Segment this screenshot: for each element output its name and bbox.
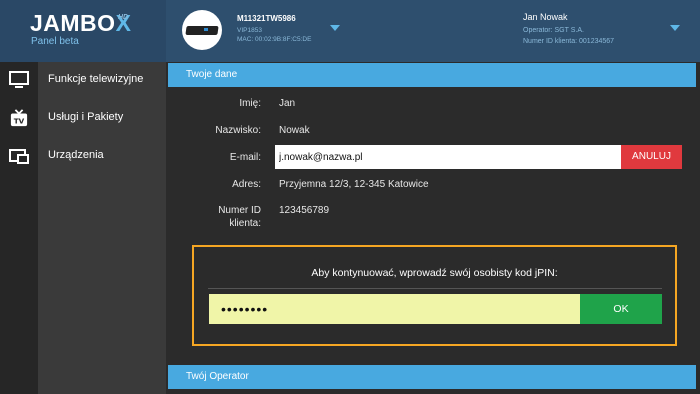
client-id-value: 123456789 — [279, 205, 330, 216]
device-model: VIP1853 — [237, 27, 262, 34]
scrollbar[interactable] — [696, 62, 700, 394]
logo-subtitle: Panel beta — [31, 36, 79, 47]
logo-wordmark: JAMBOX — [30, 10, 132, 36]
sidebar-item-label: Funkcje telewizyjne — [48, 73, 144, 85]
first-name-value: Jan — [279, 98, 296, 109]
devices-icon — [9, 149, 29, 164]
sidebar: Funkcje telewizyjne TV Usługi i Pakiety … — [0, 62, 166, 394]
device-mac: MAC: 00:02:9B:8F:C5:DE — [237, 36, 312, 43]
section-title: Twój Operator — [186, 371, 249, 382]
user-operator: Operator: SGT S.A. — [523, 27, 584, 34]
section-your-operator-header[interactable]: Twój Operator — [168, 365, 696, 389]
last-name-value: Nowak — [279, 125, 310, 136]
user-dropdown-chevron-icon[interactable] — [670, 25, 680, 31]
address-label: Adres: — [232, 179, 261, 190]
sidebar-item-label: Usługi i Pakiety — [48, 111, 124, 123]
device-name: M11321TW5986 — [237, 14, 296, 23]
sidebar-item-devices[interactable]: Urządzenia — [0, 138, 166, 176]
monitor-icon — [9, 71, 29, 88]
first-name-label: Imię: — [239, 98, 261, 109]
main-content: Twoje dane Imię: Jan Nazwisko: Nowak E-m… — [166, 62, 700, 394]
section-your-data-header[interactable]: Twoje dane — [168, 63, 696, 87]
sidebar-item-label: Urządzenia — [48, 149, 104, 161]
client-id-label-line2: klienta: — [229, 218, 261, 229]
user-client-id: Numer ID klienta: 001234567 — [523, 38, 615, 45]
user-name: Jan Nowak — [523, 12, 568, 22]
device-dropdown-chevron-icon[interactable] — [330, 25, 340, 31]
top-header: JAMBOX HD Panel beta M11321TW5986 VIP185… — [0, 0, 700, 62]
last-name-label: Nazwisko: — [215, 125, 261, 136]
cancel-button[interactable]: ANULUJ — [621, 145, 682, 169]
jpin-divider — [208, 288, 662, 289]
jpin-message: Aby kontynuować, wprowadź swój osobisty … — [311, 267, 558, 279]
jpin-panel: Aby kontynuować, wprowadź swój osobisty … — [192, 245, 677, 346]
section-title: Twoje dane — [186, 69, 238, 80]
set-top-box-led — [204, 28, 208, 31]
client-id-label-line1: Numer ID — [218, 205, 261, 216]
set-top-box-icon — [185, 26, 219, 35]
device-avatar[interactable] — [182, 10, 222, 50]
ok-button[interactable]: OK — [580, 294, 662, 324]
svg-text:TV: TV — [14, 116, 25, 125]
sidebar-item-services-packages[interactable]: TV Usługi i Pakiety — [0, 100, 166, 138]
address-value: Przyjemna 12/3, 12-345 Katowice — [279, 179, 429, 190]
email-field[interactable] — [275, 145, 621, 169]
jpin-input[interactable] — [209, 294, 580, 324]
logo-hd-badge: HD — [118, 14, 129, 21]
email-label: E-mail: — [229, 152, 261, 163]
tv-package-icon: TV — [10, 109, 28, 127]
sidebar-item-tv-functions[interactable]: Funkcje telewizyjne — [0, 62, 166, 100]
jambox-logo[interactable]: JAMBOX HD Panel beta — [0, 0, 166, 62]
